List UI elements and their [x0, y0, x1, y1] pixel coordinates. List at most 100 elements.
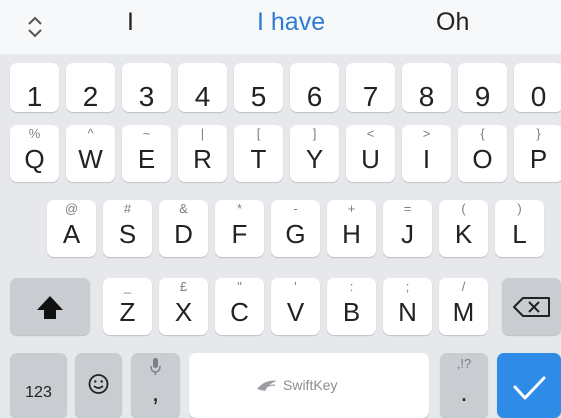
key-alt-label: @	[64, 201, 79, 216]
key-3[interactable]: 3	[122, 63, 171, 112]
space-label: SwiftKey	[283, 377, 338, 393]
key-f[interactable]: * F	[215, 200, 264, 257]
key-l[interactable]: ) L	[495, 200, 544, 257]
key-x[interactable]: £ X	[159, 278, 208, 335]
key-label: 8	[418, 81, 435, 112]
key-g[interactable]: -G	[271, 200, 320, 257]
key-alt-label: *	[236, 201, 243, 216]
expand-icon[interactable]	[26, 15, 44, 39]
emoji-icon	[88, 374, 109, 394]
key-label: 0	[530, 81, 547, 112]
key-alt-label: }	[536, 126, 541, 141]
key-6[interactable]: 6	[290, 63, 339, 112]
key-label: 1	[26, 81, 43, 112]
comma-key[interactable]: ,	[131, 353, 180, 418]
key-alt-label: |	[200, 126, 205, 141]
key-label: H	[342, 219, 361, 249]
key-label: P	[529, 144, 548, 174]
key-label: W	[78, 144, 103, 174]
key-label: F	[231, 219, 248, 249]
suggestion-center[interactable]: I have	[257, 8, 325, 37]
key-label: 3	[138, 81, 155, 112]
key-alt-label: {	[480, 126, 485, 141]
key-y[interactable]: ] Y	[290, 125, 339, 182]
key-1[interactable]: 1	[10, 63, 59, 112]
key-label: V	[286, 297, 305, 327]
key-o[interactable]: {O	[458, 125, 507, 182]
period-key[interactable]: ,!?.	[440, 353, 488, 418]
shift-key[interactable]	[10, 278, 90, 335]
key-r[interactable]: | R	[178, 125, 227, 182]
key-7[interactable]: 7	[346, 63, 395, 112]
key-alt-label: %	[28, 126, 41, 141]
key-alt-label: (	[461, 201, 466, 216]
checkmark-icon	[513, 376, 546, 400]
suggestion-right[interactable]: Oh	[436, 8, 469, 37]
key-alt-label: :	[349, 279, 354, 294]
key-2[interactable]: 2	[66, 63, 115, 112]
key-label: 6	[306, 81, 323, 112]
key-label: E	[137, 144, 156, 174]
mic-icon	[150, 358, 161, 375]
key-label: 5	[250, 81, 267, 112]
key-9[interactable]: 9	[458, 63, 507, 112]
key-alt-label: )	[517, 201, 522, 216]
swiftkey-logo-icon	[257, 380, 277, 391]
backspace-icon	[513, 297, 550, 317]
key-alt-label: ;	[405, 279, 410, 294]
key-s[interactable]: # S	[103, 200, 152, 257]
period-label: .	[460, 377, 468, 407]
key-q[interactable]: % Q	[10, 125, 59, 182]
symbols-key[interactable]: 123	[10, 353, 67, 418]
key-k[interactable]: (K	[439, 200, 488, 257]
space-bar[interactable]: SwiftKey	[189, 353, 429, 418]
key-i[interactable]: > I	[402, 125, 451, 182]
key-v[interactable]: ' V	[271, 278, 320, 335]
key-t[interactable]: [T	[234, 125, 283, 182]
key-z[interactable]: _ Z	[103, 278, 152, 335]
key-8[interactable]: 8	[402, 63, 451, 112]
key-alt-label: -	[293, 201, 298, 216]
key-label: G	[285, 219, 306, 249]
key-d[interactable]: & D	[159, 200, 208, 257]
key-label: 2	[82, 81, 99, 112]
key-label: 9	[474, 81, 491, 112]
key-b[interactable]: :B	[327, 278, 376, 335]
emoji-key[interactable]	[75, 353, 122, 418]
key-label: 4	[194, 81, 211, 112]
suggestion-left[interactable]: I	[127, 8, 134, 37]
key-j[interactable]: = J	[383, 200, 432, 257]
key-w[interactable]: ^ W	[66, 125, 115, 182]
key-p[interactable]: } P	[514, 125, 561, 182]
key-label: K	[454, 219, 473, 249]
key-label: C	[230, 297, 249, 327]
key-alt-label: ^	[87, 126, 94, 141]
key-label: T	[250, 144, 267, 174]
key-label: A	[62, 219, 81, 249]
key-4[interactable]: 4	[178, 63, 227, 112]
enter-key[interactable]	[497, 353, 561, 418]
key-5[interactable]: 5	[234, 63, 283, 112]
key-h[interactable]: + H	[327, 200, 376, 257]
key-label: I	[422, 144, 431, 174]
key-c[interactable]: " C	[215, 278, 264, 335]
key-m[interactable]: / M	[439, 278, 488, 335]
key-u[interactable]: < U	[346, 125, 395, 182]
key-alt-label: ]	[312, 126, 317, 141]
key-alt-label: <	[366, 126, 375, 141]
key-label: R	[193, 144, 212, 174]
key-label: U	[361, 144, 380, 174]
key-alt-label: #	[123, 201, 132, 216]
backspace-key[interactable]	[502, 278, 561, 335]
key-e[interactable]: ~ E	[122, 125, 171, 182]
key-a[interactable]: @ A	[47, 200, 96, 257]
key-n[interactable]: ; N	[383, 278, 432, 335]
key-alt-label: _	[123, 279, 132, 294]
key-label: D	[174, 219, 193, 249]
key-alt-label: "	[237, 279, 242, 294]
key-0[interactable]: 0	[514, 63, 561, 112]
key-alt-label: '	[294, 279, 297, 294]
key-label: 7	[362, 81, 379, 112]
key-alt-label: >	[422, 126, 431, 141]
period-alt-label: ,!?	[456, 356, 472, 371]
